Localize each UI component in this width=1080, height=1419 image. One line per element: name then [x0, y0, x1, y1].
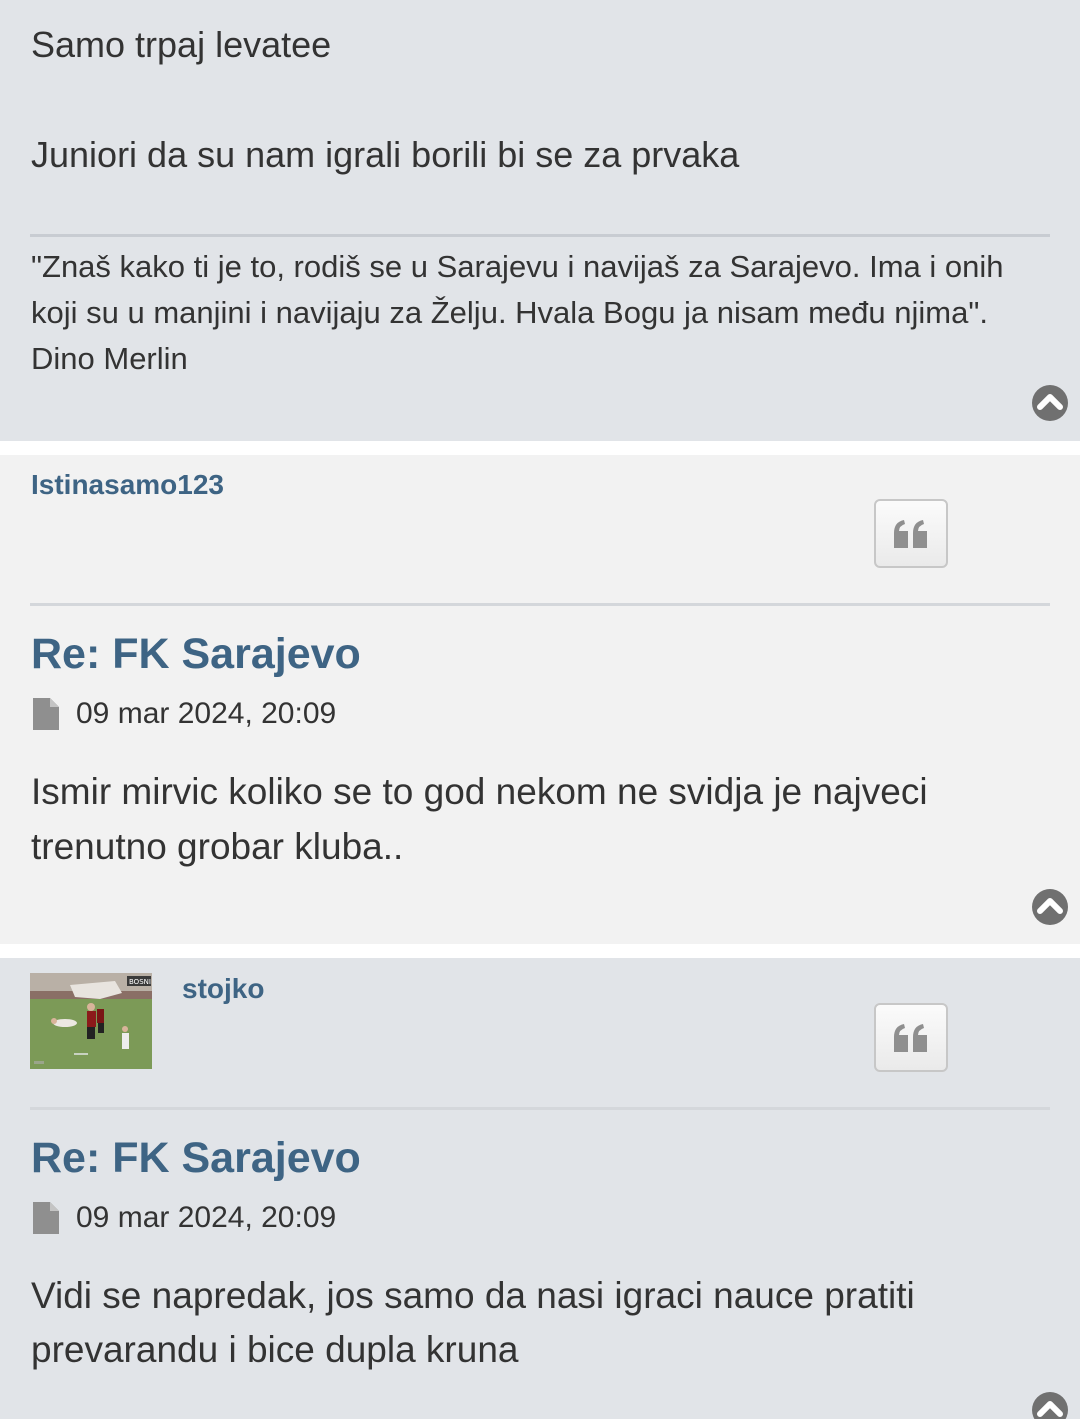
post-date: 09 mar 2024, 20:09 — [76, 1201, 337, 1234]
post-body-line: Ismir mirvic koliko se to god nekom ne s… — [31, 771, 928, 812]
post-content-line: Juniori da su nam igrali borili bi se za… — [31, 134, 740, 175]
post-content-line: Samo trpaj levatee — [31, 24, 332, 65]
signature-line: "Znaš kako ti je to, rodiš se u Sarajevu… — [31, 249, 1004, 284]
chevron-up-circle-icon[interactable] — [1031, 888, 1069, 926]
username-link[interactable]: stojko — [182, 973, 264, 1005]
username-link[interactable]: Istinasamo123 — [31, 469, 224, 501]
signature-divider — [30, 234, 1050, 237]
avatar[interactable]: BOSNI — [30, 973, 152, 1069]
chevron-up-circle-icon[interactable] — [1031, 1391, 1069, 1419]
signature-line: koji su u manjini i navijaju za Želju. H… — [31, 295, 988, 330]
post: Istinasamo123 Re: FK Sarajevo 09 mar 202… — [0, 455, 1080, 944]
file-icon[interactable] — [31, 698, 61, 730]
chevron-up-circle-icon[interactable] — [1031, 384, 1069, 422]
post-body-line: trenutno grobar kluba.. — [31, 826, 404, 867]
quote-button[interactable] — [874, 1003, 948, 1072]
post-date: 09 mar 2024, 20:09 — [76, 697, 337, 730]
post-body-line: prevarandu i bice dupla kruna — [31, 1329, 519, 1370]
post-divider — [30, 1107, 1050, 1110]
post-divider — [30, 603, 1050, 606]
quote-icon — [894, 519, 927, 548]
post: BOSNI stojko Re: FK Sarajevo 09 mar 2024… — [0, 958, 1080, 1419]
post-body-line: Vidi se napredak, jos samo da nasi igrac… — [31, 1275, 915, 1316]
avatar-watermark: BOSNI — [129, 978, 151, 986]
post-meta: 09 mar 2024, 20:09 — [31, 1200, 336, 1236]
post-title[interactable]: Re: FK Sarajevo — [31, 1134, 361, 1183]
post-meta: 09 mar 2024, 20:09 — [31, 696, 336, 732]
signature-line: Dino Merlin — [31, 341, 188, 376]
quote-button[interactable] — [874, 499, 948, 568]
quote-icon — [894, 1023, 927, 1052]
post-title[interactable]: Re: FK Sarajevo — [31, 630, 361, 679]
post: Samo trpaj levatee Juniori da su nam igr… — [0, 0, 1080, 441]
file-icon[interactable] — [31, 1202, 61, 1234]
